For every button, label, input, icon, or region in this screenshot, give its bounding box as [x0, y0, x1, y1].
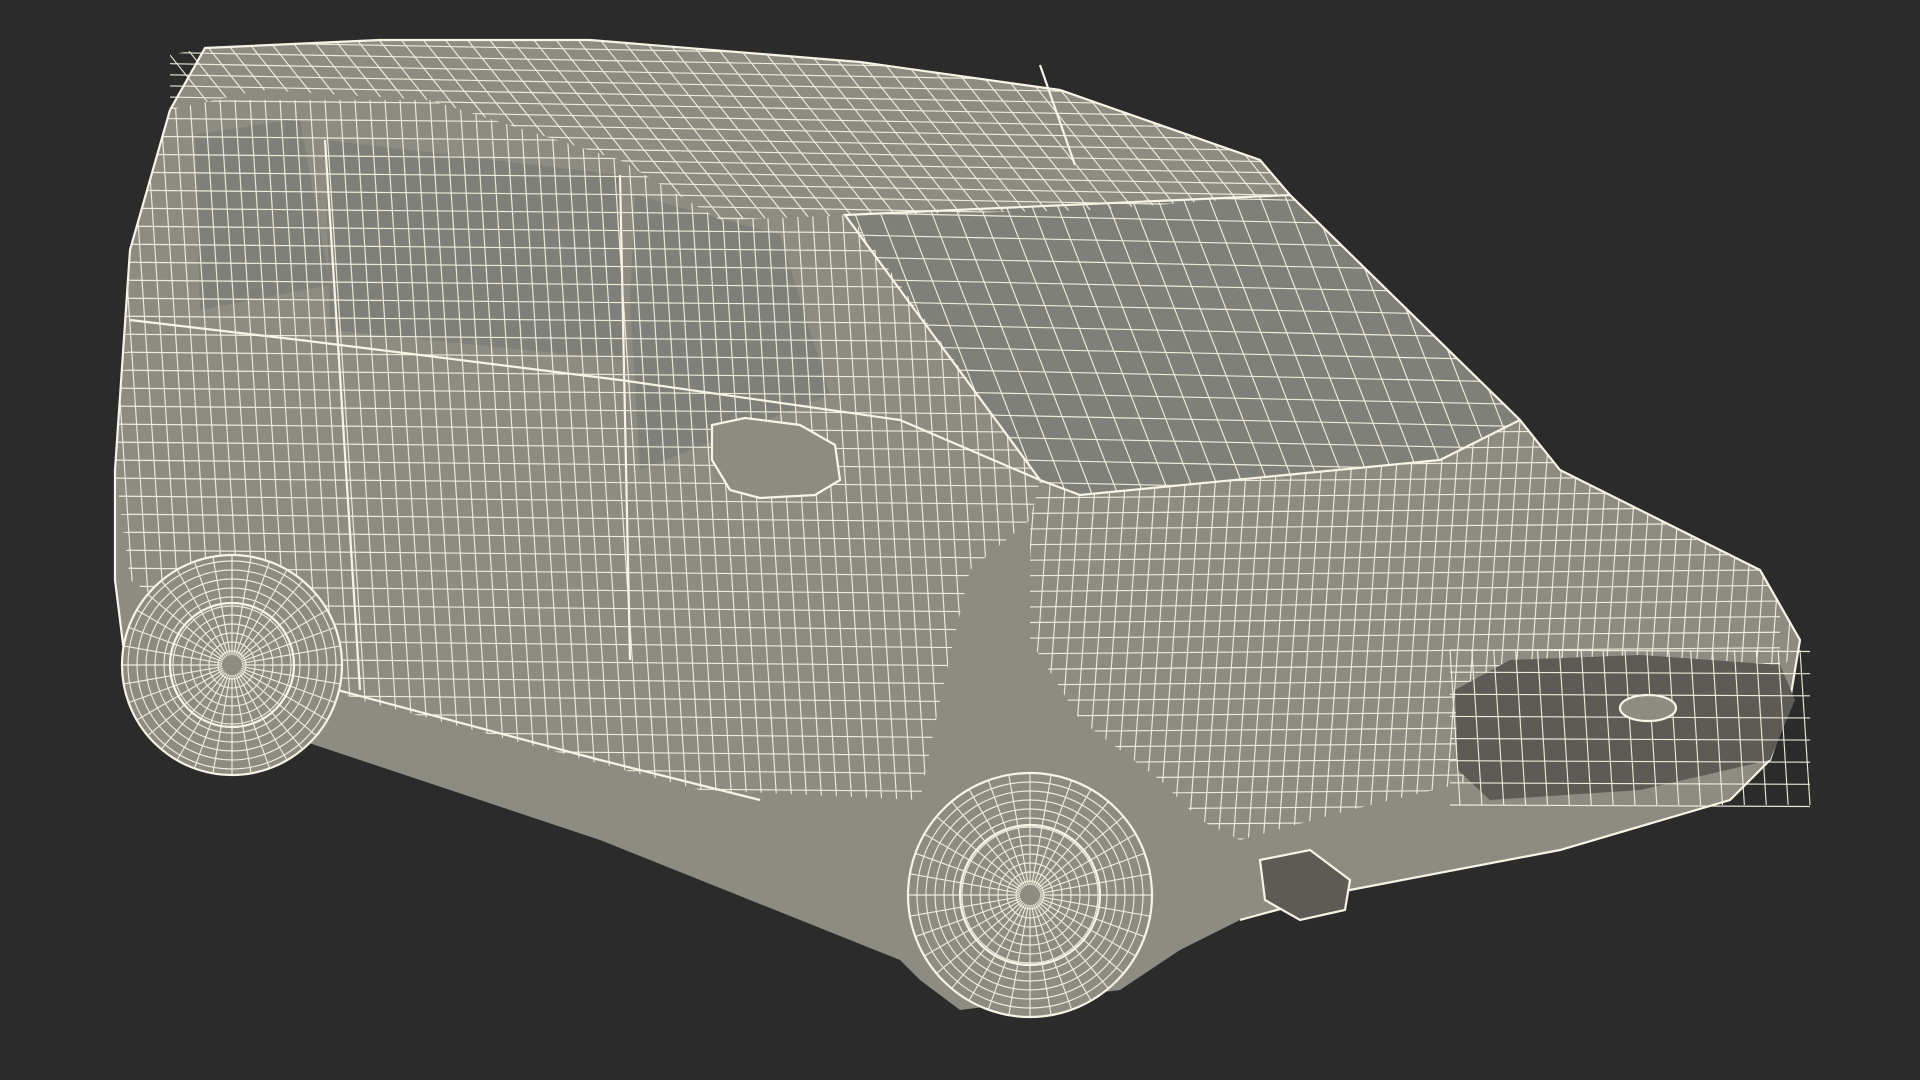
- mesh-edge: [1300, 30, 1460, 230]
- front-wheel: [906, 771, 1154, 1019]
- viewport: [0, 0, 1920, 1080]
- van-wireframe-render: [113, 30, 1811, 1019]
- mesh-edge: [1277, 40, 1290, 220]
- front-grille: [1449, 649, 1811, 808]
- rear-wheel: [120, 553, 344, 777]
- mesh-edge: [1540, 190, 1660, 500]
